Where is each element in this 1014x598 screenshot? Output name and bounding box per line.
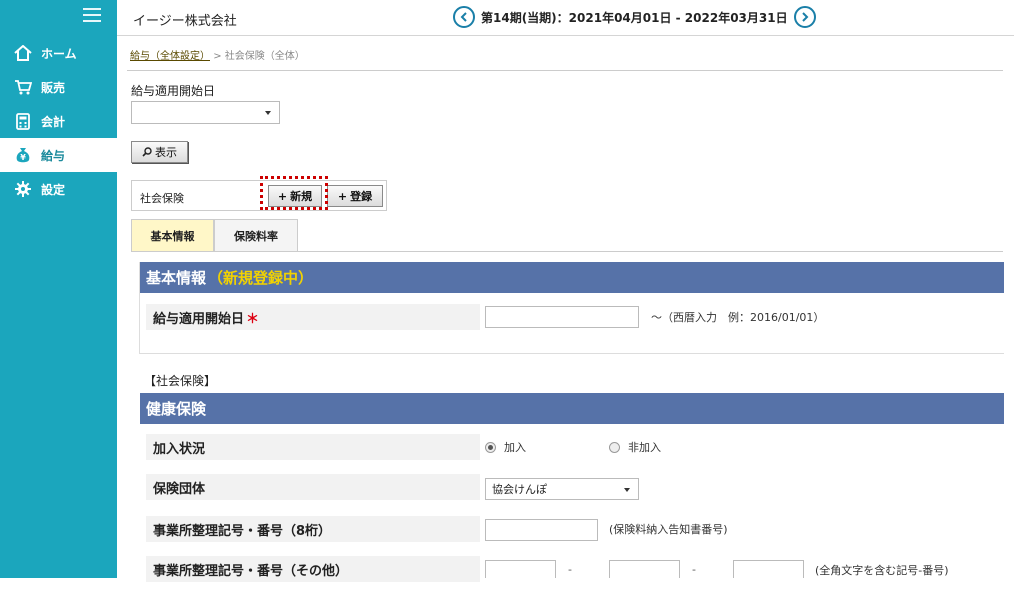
chevron-left-icon: [460, 12, 467, 22]
sidebar-item-accounting[interactable]: 会計: [0, 104, 117, 138]
show-button[interactable]: 表示: [131, 141, 188, 163]
date-format-hint: ～（西暦入力 例：2016/01/01）: [651, 311, 825, 324]
sidebar-item-label: 会計: [41, 114, 66, 129]
field-label-text: 保険団体: [153, 481, 206, 497]
dropdown-caret-icon: [624, 488, 630, 492]
office-number-other-hint: (全角文字を含む記号-番号): [815, 564, 949, 577]
office-number-8-input[interactable]: [485, 519, 598, 541]
radio-unchecked-icon: [609, 441, 620, 453]
money-bag-icon: ¥: [13, 146, 33, 164]
sidebar-item-payroll[interactable]: ¥ 給与: [0, 138, 117, 172]
top-header: イージー株式会社 第14期(当期)：2021年04月01日 - 2022年03月…: [117, 0, 1014, 36]
join-status-label: 加入状況: [146, 434, 480, 460]
tab-premium-rate[interactable]: 保険料率: [214, 219, 298, 252]
tab-bar: 基本情報 保険料率: [131, 219, 298, 252]
search-icon: [142, 147, 152, 157]
office-number-other-input-3[interactable]: [733, 560, 804, 578]
office-number-other-label: 事業所整理記号・番号（その他）: [146, 556, 480, 582]
toolbar-label: 社会保険: [140, 192, 184, 205]
start-date-input[interactable]: [485, 306, 639, 328]
radio-not-join[interactable]: 非加入: [609, 439, 661, 455]
next-period-button[interactable]: [793, 6, 816, 28]
office-number-8-label: 事業所整理記号・番号（8桁）: [146, 516, 480, 542]
insurance-group-value: 協会けんぽ: [492, 483, 547, 496]
breadcrumb-current: 社会保険（全体）: [224, 51, 305, 62]
field-label-text: 給与適用開始日: [153, 311, 245, 327]
sidebar-item-settings[interactable]: 設定: [0, 172, 117, 206]
section-label: 【社会保険】: [144, 374, 217, 388]
new-button-label: 新規: [290, 190, 313, 203]
breadcrumb-link-payroll[interactable]: 給与（全体設定）: [130, 51, 210, 62]
sidebar-item-label: ホーム: [41, 46, 77, 61]
required-mark: ＊: [246, 311, 260, 327]
start-date-select[interactable]: [131, 101, 280, 124]
start-date-label: 給与適用開始日: [131, 84, 216, 98]
radio-checked-icon: [485, 441, 496, 453]
insurance-group-select[interactable]: 協会けんぽ: [485, 478, 639, 500]
menu-toggle-icon[interactable]: [83, 8, 101, 22]
basic-info-title: 基本情報: [146, 269, 207, 287]
plus-icon: +: [337, 189, 348, 203]
breadcrumb-separator: >: [213, 51, 222, 62]
svg-text:¥: ¥: [20, 153, 26, 162]
office-number-8-hint: (保険料納入告知書番号): [609, 523, 728, 536]
sidebar-item-home[interactable]: ホーム: [0, 36, 117, 70]
sidebar-item-label: 設定: [41, 182, 66, 197]
field-label-text: 事業所整理記号・番号（8桁）: [153, 523, 332, 539]
chevron-right-icon: [801, 12, 809, 22]
tab-basic-info[interactable]: 基本情報: [131, 219, 214, 252]
home-icon: [13, 44, 33, 62]
health-insurance-header: 健康保険: [140, 393, 1004, 424]
breadcrumb: 給与（全体設定） > 社会保険（全体）: [130, 47, 305, 62]
radio-label: 加入: [504, 441, 526, 454]
dropdown-caret-icon: [265, 111, 271, 115]
health-insurance-title: 健康保険: [146, 400, 207, 418]
insurance-group-label: 保険団体: [146, 474, 480, 500]
start-date-field-label: 給与適用開始日 ＊: [146, 304, 480, 330]
company-name: イージー株式会社: [133, 14, 237, 29]
tabs-divider: [131, 251, 1003, 252]
register-button-label: 登録: [350, 190, 373, 203]
separator-dash: -: [568, 563, 572, 576]
sidebar-item-sales[interactable]: 販売: [0, 70, 117, 104]
prev-period-button[interactable]: [453, 6, 475, 28]
field-label-text: 事業所整理記号・番号（その他）: [153, 563, 349, 579]
separator-dash: -: [692, 563, 696, 576]
sidebar: ホーム 販売 会計 ¥ 給与 設定: [0, 0, 117, 578]
sidebar-nav: ホーム 販売 会計 ¥ 給与 設定: [0, 36, 117, 206]
radio-label: 非加入: [628, 441, 661, 454]
fiscal-period-text: 第14期(当期)：2021年04月01日 - 2022年03月31日: [481, 10, 788, 25]
field-label-text: 加入状況: [153, 441, 206, 457]
radio-join[interactable]: 加入: [485, 439, 526, 455]
new-button[interactable]: + 新規: [268, 185, 322, 207]
cart-icon: [13, 78, 33, 96]
basic-info-header: 基本情報 （新規登録中）: [140, 262, 1004, 293]
office-number-other-input-2[interactable]: [609, 560, 680, 578]
plus-icon: +: [277, 189, 288, 203]
breadcrumb-divider: [127, 70, 1003, 71]
fiscal-period-switcher: 第14期(当期)：2021年04月01日 - 2022年03月31日: [453, 6, 816, 28]
sidebar-item-label: 販売: [41, 80, 66, 95]
calculator-icon: [13, 112, 33, 130]
registration-status: （新規登録中）: [208, 269, 314, 287]
office-number-other-input-1[interactable]: [485, 560, 556, 578]
sidebar-item-label: 給与: [41, 148, 66, 163]
register-button[interactable]: + 登録: [327, 185, 383, 207]
gear-icon: [13, 180, 33, 198]
show-button-label: 表示: [155, 146, 177, 159]
